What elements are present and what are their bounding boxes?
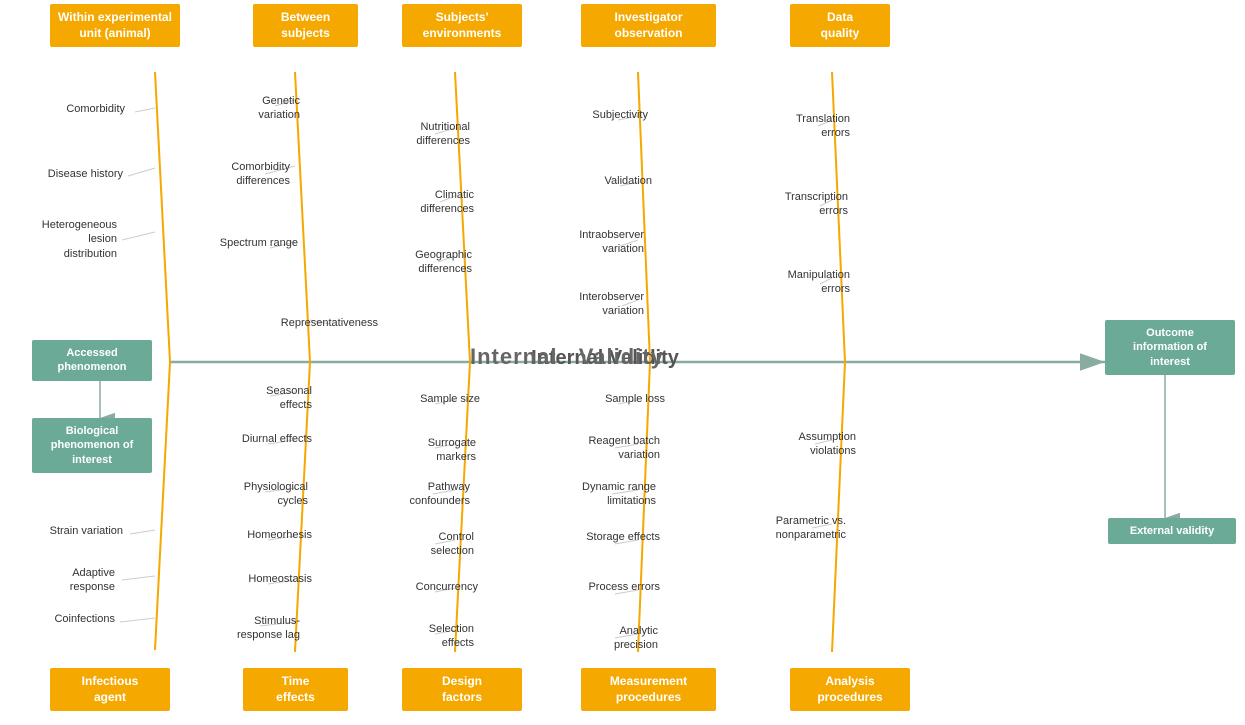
- label-disease-history: Disease history: [5, 167, 123, 181]
- label-reagent-batch: Reagent batchvariation: [540, 434, 660, 463]
- label-control-selection: Controlselection: [354, 530, 474, 559]
- label-transcription-errors: Transcriptionerrors: [728, 190, 848, 219]
- label-concurrency: Concurrency: [358, 580, 478, 594]
- label-adaptive-response: Adaptiveresponse: [5, 566, 115, 595]
- category-measurement: Measurementprocedures: [581, 668, 716, 711]
- category-time: Timeeffects: [243, 668, 348, 711]
- label-representativeness: Representativeness: [248, 316, 378, 330]
- label-comorbidity-diff: Comorbiditydifferences: [180, 160, 290, 189]
- label-spectrum-range: Spectrum range: [188, 236, 298, 250]
- label-sample-loss: Sample loss: [545, 392, 665, 406]
- label-surrogate-markers: Surrogatemarkers: [356, 436, 476, 465]
- label-interobserver: Interobservervariation: [524, 290, 644, 319]
- label-dynamic-range: Dynamic rangelimitations: [536, 480, 656, 509]
- label-heterogeneous: Heterogeneouslesiondistribution: [5, 218, 117, 261]
- label-subjectivity: Subjectivity: [528, 108, 648, 122]
- category-analysis: Analysisprocedures: [790, 668, 910, 711]
- label-validation: Validation: [532, 174, 652, 188]
- label-genetic-variation: Geneticvariation: [190, 94, 300, 123]
- category-between: Betweensubjects: [253, 4, 358, 47]
- label-comorbidity: Comorbidity: [15, 102, 125, 116]
- label-geographic-diff: Geographicdifferences: [352, 248, 472, 277]
- label-nutritional-diff: Nutritionaldifferences: [350, 120, 470, 149]
- box-biological-phenomenon: Biologicalphenomenon ofinterest: [32, 418, 152, 473]
- category-within: Within experimental unit (animal): [50, 4, 180, 47]
- label-parametric: Parametric vs.nonparametric: [726, 514, 846, 543]
- label-physiological-cycles: Physiologicalcycles: [188, 480, 308, 509]
- internal-validity-label: Internal Validity: [470, 344, 664, 370]
- label-climatic-diff: Climaticdifferences: [354, 188, 474, 217]
- label-intraobserver: Intraobservervariation: [524, 228, 644, 257]
- label-diurnal-effects: Diurnal effects: [192, 432, 312, 446]
- label-selection-effects: Selectioneffects: [354, 622, 474, 651]
- category-data-quality: Dataquality: [790, 4, 890, 47]
- label-process-errors: Process errors: [540, 580, 660, 594]
- category-design: Designfactors: [402, 668, 522, 711]
- label-homeorhesis: Homeorhesis: [192, 528, 312, 542]
- fishbone-diagram: Internal Validity Within experimental un…: [0, 0, 1245, 725]
- box-accessed-phenomenon: Accessedphenomenon: [32, 340, 152, 381]
- category-infectious: Infectiousagent: [50, 668, 170, 711]
- box-external-validity: External validity: [1108, 518, 1236, 544]
- label-pathway-confounders: Pathwayconfounders: [350, 480, 470, 509]
- label-homeostasis: Homeostasis: [192, 572, 312, 586]
- label-seasonal-effects: Seasonaleffects: [192, 384, 312, 413]
- label-sample-size: Sample size: [360, 392, 480, 406]
- category-subjects-env: Subjects'environments: [402, 4, 522, 47]
- box-outcome-information: Outcomeinformation ofinterest: [1105, 320, 1235, 375]
- category-investigator: Investigatorobservation: [581, 4, 716, 47]
- label-coinfections: Coinfections: [5, 612, 115, 626]
- label-manipulation-errors: Manipulationerrors: [730, 268, 850, 297]
- label-assumption-violations: Assumptionviolations: [736, 430, 856, 459]
- label-analytic-precision: Analyticprecision: [538, 624, 658, 653]
- label-translation-errors: Translationerrors: [730, 112, 850, 141]
- label-stimulus-response: Stimulus-response lag: [180, 614, 300, 643]
- label-storage-effects: Storage effects: [540, 530, 660, 544]
- label-strain-variation: Strain variation: [5, 524, 123, 538]
